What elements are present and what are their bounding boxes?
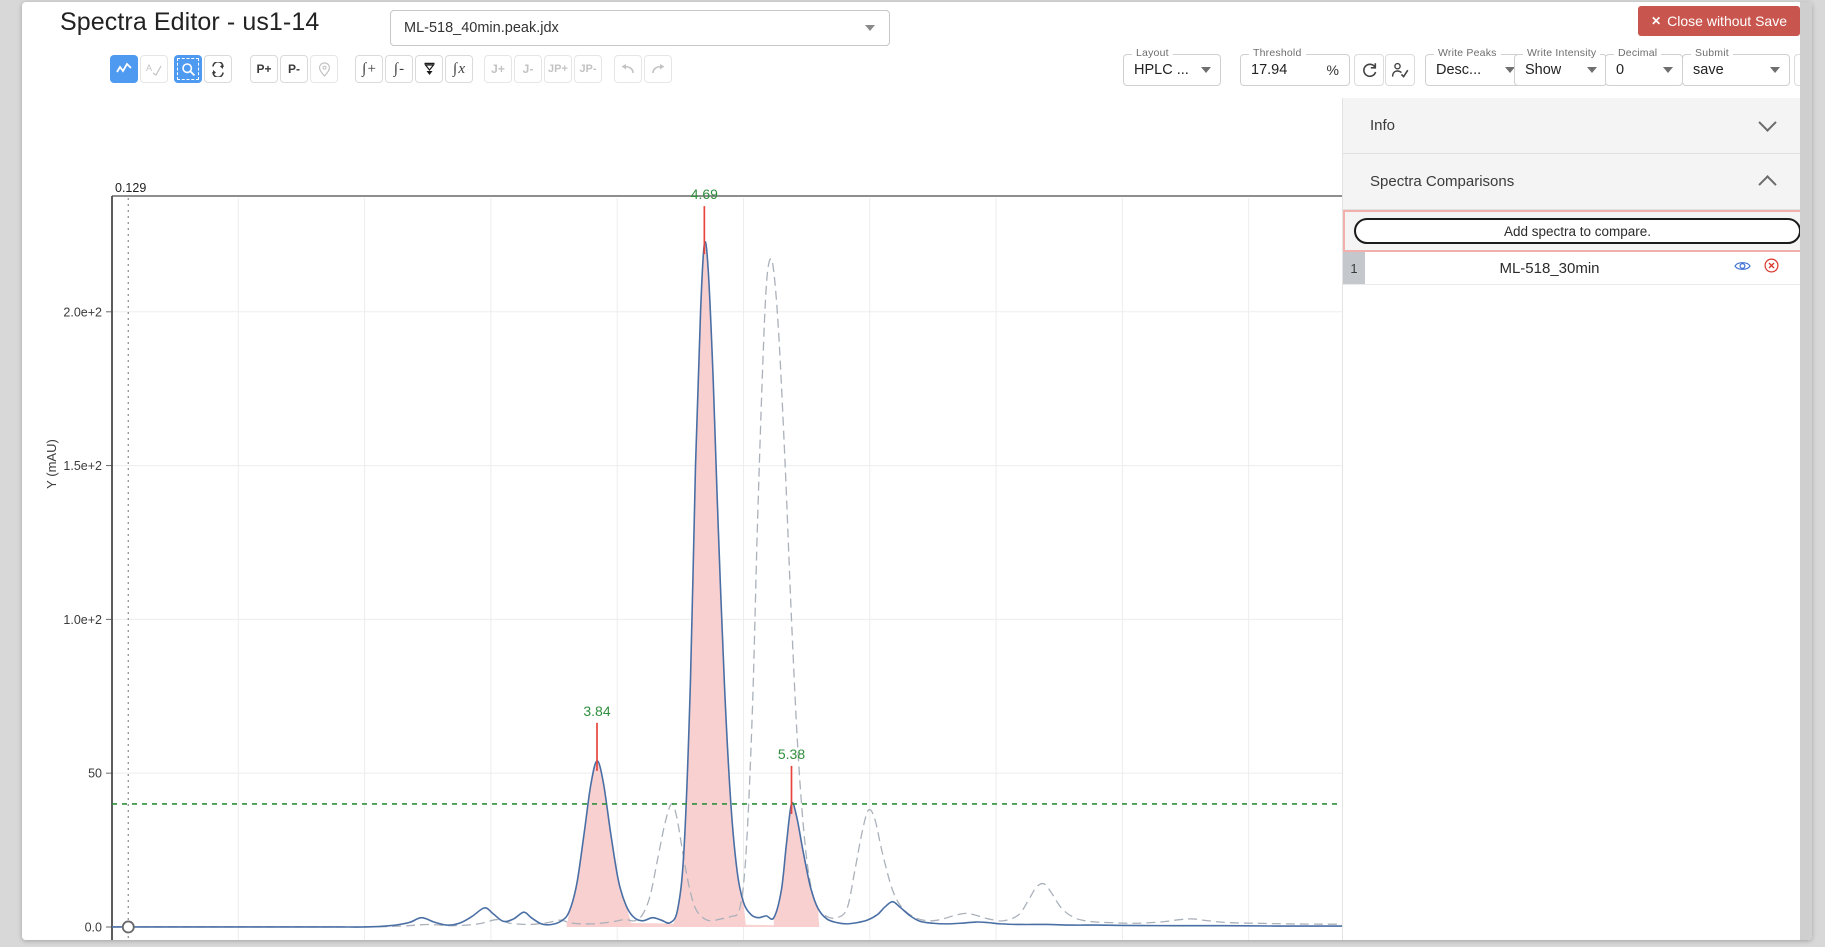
layout-label: Layout bbox=[1132, 47, 1173, 59]
refresh-icon[interactable] bbox=[1354, 54, 1384, 86]
file-selector[interactable]: ML-518_40min.peak.jdx bbox=[390, 10, 890, 46]
svg-text:A: A bbox=[146, 63, 152, 73]
svg-text:1.0e+2: 1.0e+2 bbox=[63, 613, 102, 627]
toolgroup-integrals: ∫ + ∫ - ∫ x bbox=[355, 55, 473, 83]
integral-add-tool[interactable]: ∫ + bbox=[355, 55, 383, 83]
toolgroup-view: A bbox=[110, 55, 168, 83]
line-chart-tool[interactable] bbox=[110, 55, 138, 83]
j-remove-tool[interactable]: J- bbox=[514, 55, 542, 83]
write-peaks-value: Desc... bbox=[1426, 62, 1481, 78]
write-intensity-label: Write Intensity bbox=[1523, 47, 1600, 59]
chevron-down-icon bbox=[1201, 67, 1211, 73]
svg-text:Y (mAU): Y (mAU) bbox=[44, 439, 59, 489]
spectrum-plot[interactable]: 0123456789100.0501.0e+21.5e+22.0e+20.129… bbox=[22, 98, 1377, 940]
accordion-info[interactable]: Info bbox=[1343, 98, 1812, 154]
jp-remove-tool[interactable]: JP- bbox=[574, 55, 602, 83]
comparison-name: ML-518_30min bbox=[1365, 260, 1734, 277]
svg-text:0.0: 0.0 bbox=[85, 920, 102, 934]
svg-text:3.84: 3.84 bbox=[583, 703, 610, 719]
submit-select[interactable]: Submit save bbox=[1682, 54, 1790, 86]
zoom-select-tool[interactable] bbox=[174, 55, 202, 83]
decimal-label: Decimal bbox=[1614, 47, 1661, 59]
close-without-save-label: Close without Save bbox=[1667, 13, 1787, 29]
baseline-tool[interactable] bbox=[415, 55, 443, 83]
jp-add-tool[interactable]: JP+ bbox=[544, 55, 572, 83]
peak-add-tool[interactable]: P+ bbox=[250, 55, 278, 83]
auto-peak-person-icon[interactable] bbox=[1385, 54, 1415, 86]
spectrum-plot-canvas[interactable]: 0123456789100.0501.0e+21.5e+22.0e+20.129… bbox=[22, 98, 1377, 940]
page-title: Spectra Editor - us1-14 bbox=[60, 8, 319, 37]
add-spectra-button[interactable]: Add spectra to compare. bbox=[1354, 218, 1801, 244]
threshold-value: 17.94 bbox=[1241, 62, 1287, 78]
chevron-down-icon bbox=[1770, 67, 1780, 73]
comparison-list-item[interactable]: 1 ML-518_30min bbox=[1343, 252, 1812, 285]
chevron-down-icon bbox=[1663, 67, 1673, 73]
accordion-spectra-comparisons-label: Spectra Comparisons bbox=[1370, 173, 1761, 190]
peak-remove-tool[interactable]: P- bbox=[280, 55, 308, 83]
write-intensity-value: Show bbox=[1515, 62, 1561, 78]
write-peaks-select[interactable]: Write Peaks Desc... bbox=[1425, 54, 1525, 86]
svg-text:5.38: 5.38 bbox=[778, 746, 805, 762]
submit-value: save bbox=[1683, 62, 1724, 78]
close-without-save-button[interactable]: ✕ Close without Save bbox=[1638, 6, 1800, 36]
toolgroup-j-couplings: J+ J- JP+ JP- bbox=[484, 55, 602, 83]
comparison-index: 1 bbox=[1343, 252, 1365, 284]
threshold-input[interactable]: Threshold 17.94 % bbox=[1240, 54, 1350, 86]
chevron-down-icon bbox=[865, 25, 875, 31]
toolgroup-peaks: P+ P- bbox=[250, 55, 338, 83]
decimal-select[interactable]: Decimal 0 bbox=[1605, 54, 1683, 86]
j-add-tool[interactable]: J+ bbox=[484, 55, 512, 83]
integral-remove-tool[interactable]: ∫ - bbox=[385, 55, 413, 83]
svg-text:1.5e+2: 1.5e+2 bbox=[63, 459, 102, 473]
svg-text:50: 50 bbox=[88, 767, 102, 781]
toolgroup-history bbox=[614, 55, 672, 83]
file-selector-value: ML-518_40min.peak.jdx bbox=[391, 20, 865, 36]
chevron-down-icon bbox=[1587, 67, 1597, 73]
threshold-unit: % bbox=[1327, 62, 1339, 78]
layout-value: HPLC ... bbox=[1124, 62, 1189, 78]
zoom-reset-tool[interactable] bbox=[204, 55, 232, 83]
chevron-down-icon bbox=[1758, 113, 1776, 131]
right-panel: Info Spectra Comparisons Add spectra to … bbox=[1342, 98, 1812, 940]
window-scrollbar[interactable] bbox=[1800, 2, 1812, 940]
spectra-editor-window: Spectra Editor - us1-14 ML-518_40min.pea… bbox=[22, 2, 1812, 940]
write-intensity-select[interactable]: Write Intensity Show bbox=[1514, 54, 1607, 86]
decimal-value: 0 bbox=[1606, 62, 1624, 78]
editor-toolbar: A P+ P- ∫ + ∫ - ∫ x J bbox=[22, 48, 1812, 98]
undo-tool[interactable] bbox=[614, 55, 642, 83]
chevron-up-icon bbox=[1758, 175, 1776, 193]
toolgroup-zoom bbox=[174, 55, 232, 83]
submit-label: Submit bbox=[1691, 47, 1733, 59]
svg-text:4.69: 4.69 bbox=[691, 186, 718, 202]
svg-text:0.129: 0.129 bbox=[115, 181, 146, 195]
integral-x-tool[interactable]: ∫ x bbox=[445, 55, 473, 83]
pin-marker-tool[interactable] bbox=[310, 55, 338, 83]
accordion-spectra-comparisons[interactable]: Spectra Comparisons bbox=[1343, 154, 1812, 210]
accordion-info-label: Info bbox=[1370, 117, 1761, 134]
remove-circle-icon[interactable] bbox=[1764, 258, 1779, 278]
write-peaks-label: Write Peaks bbox=[1434, 47, 1501, 59]
layout-select[interactable]: Layout HPLC ... bbox=[1123, 54, 1221, 86]
eye-icon[interactable] bbox=[1734, 259, 1751, 277]
svg-text:2.0e+2: 2.0e+2 bbox=[63, 305, 102, 319]
add-spectra-container: Add spectra to compare. bbox=[1343, 210, 1812, 252]
redo-tool[interactable] bbox=[644, 55, 672, 83]
editor-body: 0123456789100.0501.0e+21.5e+22.0e+20.129… bbox=[22, 98, 1812, 940]
threshold-label: Threshold bbox=[1249, 47, 1306, 59]
window-header: Spectra Editor - us1-14 ML-518_40min.pea… bbox=[22, 2, 1812, 48]
close-x-icon: ✕ bbox=[1651, 14, 1661, 28]
peak-annotate-tool[interactable]: A bbox=[140, 55, 168, 83]
